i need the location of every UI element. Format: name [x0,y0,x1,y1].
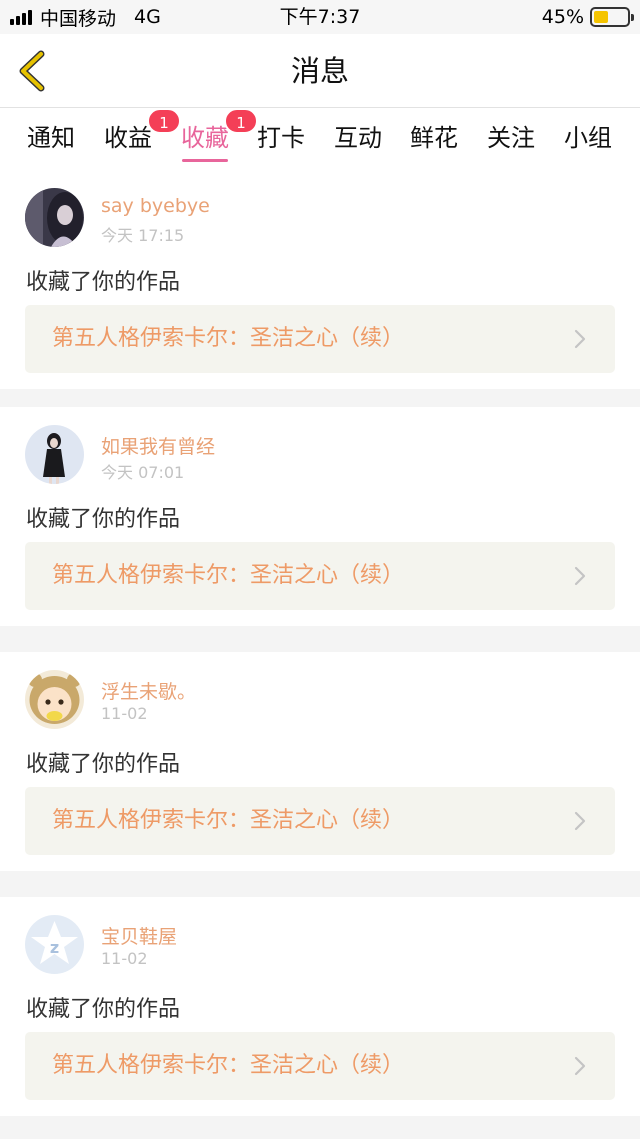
user-avatar[interactable]: z [25,915,84,974]
tab-following[interactable]: 关注 [472,116,550,164]
avatar-cartoon-hood-icon [25,670,84,729]
tab-interaction[interactable]: 互动 [319,116,397,164]
active-tab-underline [182,159,228,162]
tab-earnings[interactable]: 收益 1 [89,108,181,164]
work-title: 第五人格伊索卡尔：圣洁之心（续） [52,326,405,351]
chevron-right-icon [574,329,586,349]
username[interactable]: 如果我有曾经 [101,432,215,459]
nav-header: 消息 [0,34,640,108]
timestamp: 11-02 [101,704,148,723]
battery-fill [594,11,609,23]
user-avatar[interactable] [25,670,84,729]
action-text: 收藏了你的作品 [26,507,181,532]
chevron-right-icon [574,566,586,586]
message-card: 浮生未歇。 11-02 收藏了你的作品 第五人格伊索卡尔：圣洁之心（续） [0,652,640,871]
svg-text:z: z [50,938,59,957]
avatar-dark-hair-icon [25,188,84,247]
work-title: 第五人格伊索卡尔：圣洁之心（续） [52,563,405,588]
tab-checkin[interactable]: 打卡 [242,116,320,164]
work-link[interactable]: 第五人格伊索卡尔：圣洁之心（续） [25,1032,615,1100]
tab-groups[interactable]: 小组 [549,116,627,164]
action-text: 收藏了你的作品 [26,752,181,777]
work-title: 第五人格伊索卡尔：圣洁之心（续） [52,1053,405,1078]
chevron-right-icon [574,1056,586,1076]
status-right: 45% [541,5,634,29]
timestamp: 11-02 [101,949,148,968]
tab-label: 互动 [334,124,382,152]
work-link[interactable]: 第五人格伊索卡尔：圣洁之心（续） [25,542,615,610]
battery-icon [590,7,634,27]
username[interactable]: 浮生未歇。 [101,677,196,704]
avatar-girl-black-dress-icon [25,425,84,484]
message-card: say byebye 今天 17:15 收藏了你的作品 第五人格伊索卡尔：圣洁之… [0,170,640,389]
battery-percent: 45% [541,6,584,28]
username[interactable]: 宝贝鞋屋 [101,922,177,949]
tab-label: 小组 [564,124,612,152]
user-avatar[interactable] [25,425,84,484]
tab-flowers[interactable]: 鲜花 [395,116,473,164]
username[interactable]: say byebye [101,195,210,217]
tab-label: 鲜花 [410,124,458,152]
tab-label: 收藏 [181,124,229,152]
tab-notifications[interactable]: 通知 [12,116,90,164]
status-bar: 中国移动 4G 下午7:37 45% [0,0,640,34]
user-avatar[interactable] [25,188,84,247]
action-text: 收藏了你的作品 [26,997,181,1022]
message-card: z 宝贝鞋屋 11-02 收藏了你的作品 第五人格伊索卡尔：圣洁之心（续） [0,897,640,1116]
timestamp: 今天 07:01 [101,463,185,482]
tab-label: 打卡 [257,124,305,152]
tab-label: 通知 [27,124,75,152]
action-text: 收藏了你的作品 [26,270,181,295]
timestamp: 今天 17:15 [101,226,185,245]
message-card: 如果我有曾经 今天 07:01 收藏了你的作品 第五人格伊索卡尔：圣洁之心（续） [0,407,640,626]
tab-bar: 通知 收益 1 收藏 1 打卡 互动 鲜花 关注 小组 [0,108,640,170]
work-title: 第五人格伊索卡尔：圣洁之心（续） [52,808,405,833]
battery-cap [631,14,634,21]
tab-label: 关注 [487,124,535,152]
work-link[interactable]: 第五人格伊索卡尔：圣洁之心（续） [25,305,615,373]
chevron-right-icon [574,811,586,831]
page-title: 消息 [290,54,349,88]
avatar-qzone-default-icon: z [25,915,84,974]
tab-label: 收益 [104,124,152,152]
tab-favorites[interactable]: 收藏 1 [166,108,258,164]
work-link[interactable]: 第五人格伊索卡尔：圣洁之心（续） [25,787,615,855]
